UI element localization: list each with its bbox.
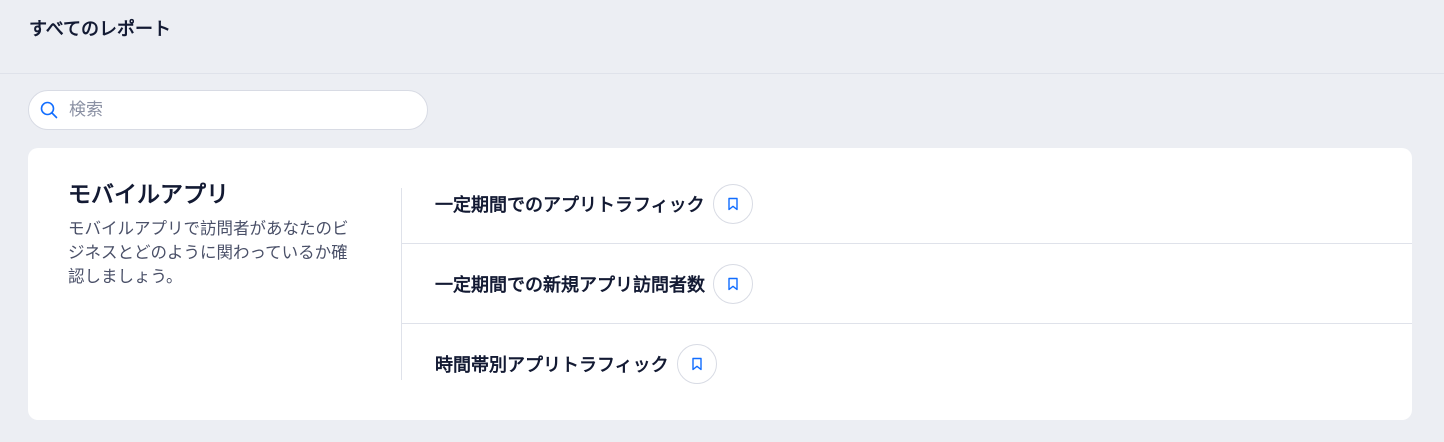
report-row[interactable]: 一定期間での新規アプリ訪問者数 bbox=[402, 244, 1412, 324]
search-box[interactable] bbox=[28, 90, 428, 130]
report-list: 一定期間でのアプリトラフィック 一定期間での新規アプリ訪問者数 時間帯別アプリト… bbox=[402, 164, 1412, 404]
report-name[interactable]: 一定期間での新規アプリ訪問者数 bbox=[435, 271, 705, 297]
report-row[interactable]: 時間帯別アプリトラフィック bbox=[402, 324, 1412, 404]
report-name[interactable]: 一定期間でのアプリトラフィック bbox=[435, 191, 705, 217]
page-header: すべてのレポート bbox=[0, 0, 1444, 74]
category-info: モバイルアプリ モバイルアプリで訪問者があなたのビジネスとどのように関わっている… bbox=[68, 178, 368, 289]
bookmark-button[interactable] bbox=[676, 344, 717, 384]
bookmark-icon bbox=[727, 197, 738, 210]
bookmark-icon bbox=[691, 357, 702, 371]
search-icon bbox=[40, 101, 58, 119]
bookmark-button[interactable] bbox=[712, 183, 753, 224]
reports-page: すべてのレポート モバイルアプリ モバイルアプリで訪問者があなたのビジネスとどの… bbox=[0, 0, 1444, 442]
report-row[interactable]: 一定期間でのアプリトラフィック bbox=[402, 164, 1412, 244]
category-card: モバイルアプリ モバイルアプリで訪問者があなたのビジネスとどのように関わっている… bbox=[28, 148, 1412, 420]
search-input[interactable] bbox=[69, 95, 399, 125]
category-description: モバイルアプリで訪問者があなたのビジネスとどのように関わっているか確認しましょう… bbox=[68, 219, 349, 286]
bookmark-button[interactable] bbox=[713, 263, 753, 304]
bookmark-icon bbox=[728, 277, 738, 290]
category-title: モバイルアプリ bbox=[68, 182, 229, 208]
page-title: すべてのレポート bbox=[29, 19, 172, 40]
report-name[interactable]: 時間帯別アプリトラフィック bbox=[435, 351, 669, 377]
